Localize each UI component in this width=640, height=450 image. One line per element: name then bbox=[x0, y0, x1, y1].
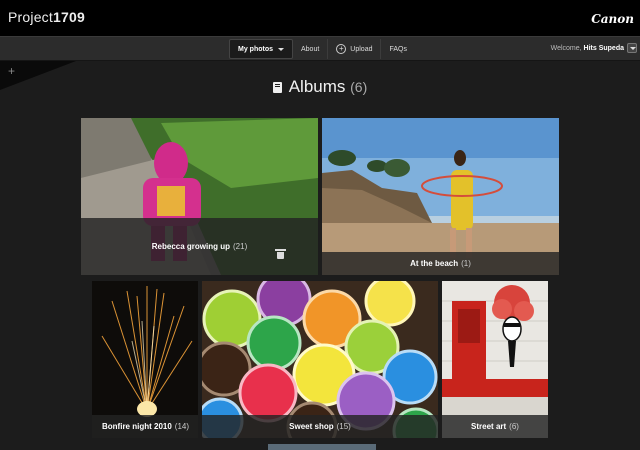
album-tile-street-art[interactable]: Street art (6) bbox=[442, 281, 548, 438]
canon-logo[interactable]: Canon bbox=[591, 12, 634, 26]
nav-my-photos-label: My photos bbox=[238, 45, 273, 53]
album-caption: At the beach (1) bbox=[322, 252, 559, 275]
album-tile-rebecca[interactable]: Rebecca growing up (21) bbox=[81, 118, 318, 275]
album-photo-count: (15) bbox=[336, 422, 351, 431]
album-tile-sweet-shop[interactable]: Sweet shop (15) bbox=[202, 281, 438, 438]
album-tile-next-partial[interactable] bbox=[268, 444, 376, 450]
album-name: Sweet shop bbox=[289, 422, 334, 431]
welcome-text: Welcome, bbox=[550, 45, 582, 52]
album-name: At the beach bbox=[410, 259, 459, 268]
trash-icon bbox=[274, 248, 286, 259]
main-nav: My photos About + Upload FAQs bbox=[229, 39, 415, 59]
chevron-down-icon bbox=[278, 47, 284, 51]
album-photo-count: (6) bbox=[509, 422, 519, 431]
album-photo-count: (14) bbox=[174, 422, 190, 431]
nav-about-label: About bbox=[301, 45, 320, 53]
nav-upload[interactable]: + Upload bbox=[328, 39, 382, 59]
album-photo-count: (1) bbox=[461, 259, 471, 268]
site-logo[interactable]: Project1709 bbox=[8, 9, 85, 25]
album-tile-bonfire[interactable]: Bonfire night 2010 (14) bbox=[92, 281, 198, 438]
user-menu-toggle[interactable] bbox=[627, 43, 637, 53]
page-title-text: Albums bbox=[288, 77, 346, 96]
nav-my-photos[interactable]: My photos bbox=[229, 39, 293, 59]
nav-upload-label: Upload bbox=[350, 45, 373, 53]
album-tile-beach[interactable]: At the beach (1) bbox=[322, 118, 559, 275]
welcome-message: Welcome, Hits Supeda bbox=[551, 45, 624, 52]
nav-about[interactable]: About bbox=[293, 39, 329, 59]
chevron-down-icon bbox=[630, 47, 636, 50]
user-name[interactable]: Hits Supeda bbox=[584, 45, 624, 52]
album-caption: Bonfire night 2010 (14) bbox=[92, 415, 198, 438]
album-name: Street art bbox=[471, 422, 507, 431]
nav-faqs-label: FAQs bbox=[389, 45, 407, 53]
album-caption: Sweet shop (15) bbox=[202, 415, 438, 438]
album-count: (6) bbox=[350, 79, 368, 95]
album-name: Bonfire night 2010 bbox=[102, 422, 172, 431]
album-book-icon bbox=[272, 82, 282, 93]
nav-bar: My photos About + Upload FAQs Welcome, H… bbox=[0, 36, 640, 61]
brand-name-bold: 1709 bbox=[52, 9, 85, 25]
brand-name-light: Project bbox=[8, 9, 53, 25]
delete-album-icon[interactable] bbox=[269, 246, 291, 264]
album-photo-count: (21) bbox=[233, 242, 248, 251]
plus-icon: + bbox=[8, 64, 16, 78]
nav-faqs[interactable]: FAQs bbox=[381, 39, 415, 59]
album-name: Rebecca growing up bbox=[151, 242, 230, 251]
plus-circle-icon: + bbox=[336, 44, 347, 54]
album-caption: Street art (6) bbox=[442, 415, 548, 438]
page-title: Albums (6) bbox=[0, 77, 640, 97]
top-bar: Project1709 Canon bbox=[0, 0, 640, 36]
